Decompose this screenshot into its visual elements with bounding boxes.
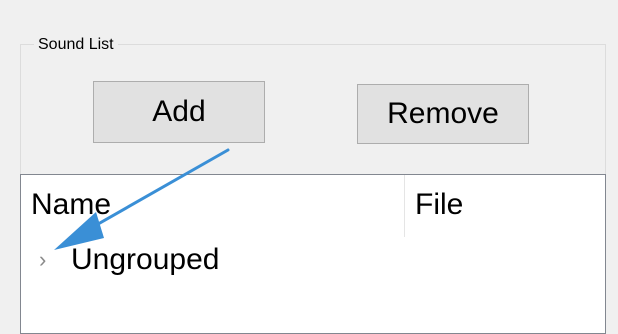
column-divider[interactable] [404,175,405,237]
chevron-right-icon[interactable]: › [39,247,46,273]
list-item-ungrouped[interactable]: › Ungrouped [21,239,605,289]
column-header-file[interactable]: File [415,175,595,235]
sound-list-legend: Sound List [34,36,118,54]
remove-button[interactable]: Remove [357,84,529,144]
sound-list-view[interactable]: Name File › Ungrouped [20,174,606,334]
column-header-name[interactable]: Name [31,175,405,235]
list-item-label: Ungrouped [71,243,220,276]
add-button[interactable]: Add [93,81,265,143]
